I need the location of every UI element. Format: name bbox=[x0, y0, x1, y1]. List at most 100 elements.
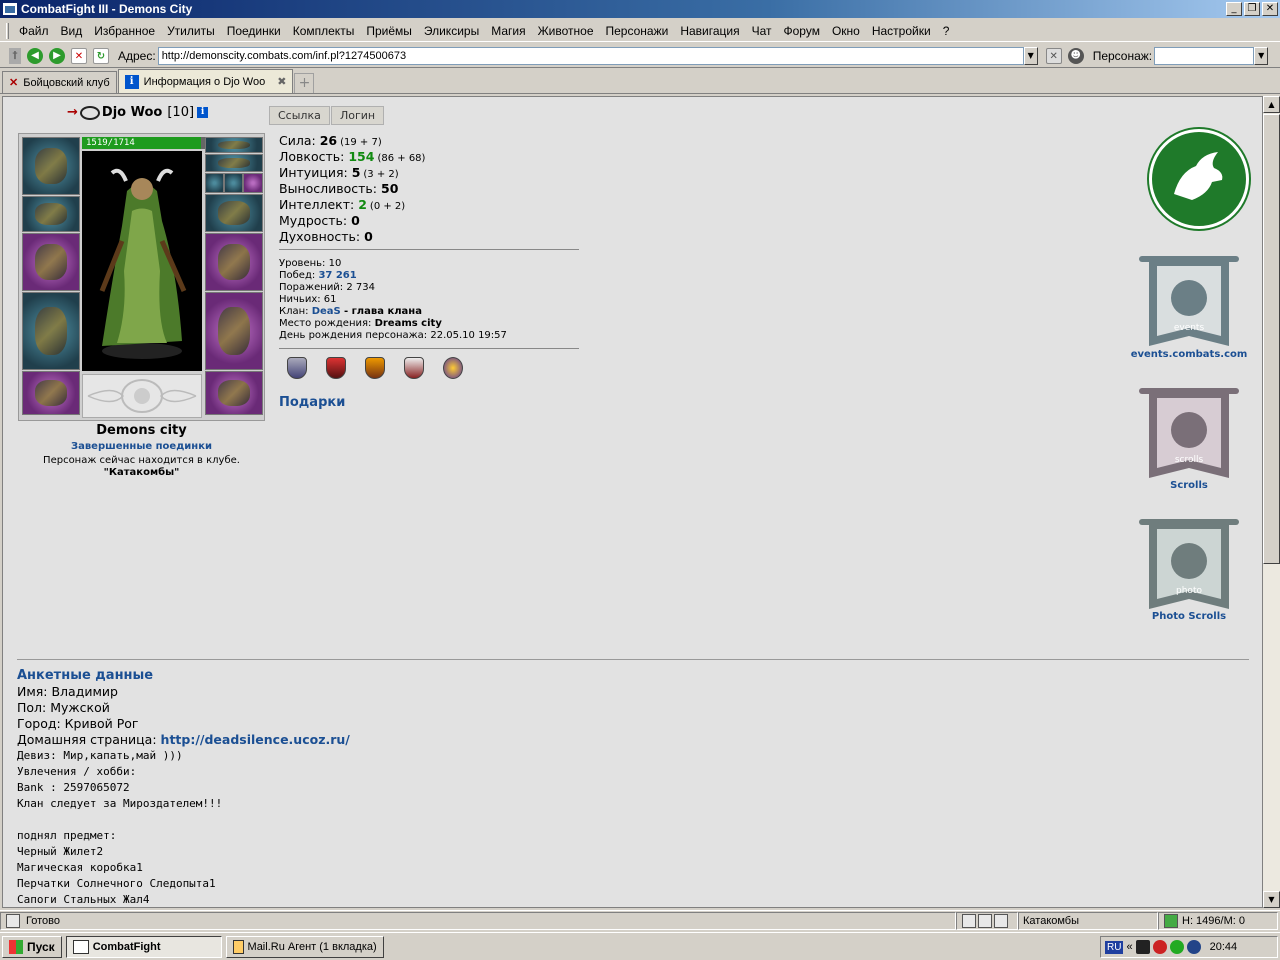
gloves-slot[interactable] bbox=[205, 194, 263, 232]
clan-link[interactable]: DeaS bbox=[312, 306, 341, 317]
menu-item[interactable]: Комплекты bbox=[287, 24, 361, 38]
badge-icon[interactable] bbox=[326, 357, 346, 379]
menu-item[interactable]: Форум bbox=[778, 24, 826, 38]
goat-logo-icon[interactable] bbox=[1149, 129, 1249, 229]
task-combatfight[interactable]: CombatFight bbox=[65, 935, 222, 958]
gifts-link[interactable]: Подарки bbox=[279, 395, 345, 410]
task-mail-agent[interactable]: Mail.Ru Агент (1 вкладка) bbox=[225, 935, 384, 958]
photo-scrolls-link[interactable]: Photo Scrolls bbox=[1119, 611, 1259, 622]
bracers-slot[interactable] bbox=[22, 196, 80, 232]
clear-icon[interactable]: ✕ bbox=[1045, 47, 1062, 64]
link-button[interactable]: Ссылка bbox=[269, 106, 330, 125]
badge-icon[interactable] bbox=[443, 357, 463, 379]
ring1-slot[interactable] bbox=[205, 173, 224, 193]
address-input[interactable] bbox=[157, 46, 1024, 65]
stat-row: Выносливость: 50 bbox=[279, 181, 425, 197]
users-icon[interactable]: ☻ bbox=[1067, 47, 1084, 64]
info-clan-label: Клан: bbox=[279, 306, 309, 317]
menu-item[interactable]: Навигация bbox=[674, 24, 745, 38]
earrings-slot[interactable] bbox=[205, 154, 263, 172]
legs-slot[interactable] bbox=[205, 292, 263, 370]
status-counter-cell: H: 1496/M: 0 bbox=[1158, 911, 1278, 930]
badges-row bbox=[287, 357, 463, 379]
shield-icon[interactable] bbox=[1152, 940, 1167, 954]
belt-slot[interactable] bbox=[22, 371, 80, 415]
events-link[interactable]: events.combats.com bbox=[1119, 349, 1259, 360]
menu-item[interactable]: Магия bbox=[485, 24, 531, 38]
scrolls-link[interactable]: Scrolls bbox=[1119, 480, 1259, 491]
character-avatar[interactable] bbox=[82, 151, 202, 371]
badge-icon[interactable] bbox=[404, 357, 424, 379]
right-weapon-slot[interactable] bbox=[205, 233, 263, 291]
menu-item[interactable]: Приёмы bbox=[360, 24, 418, 38]
profile-line: Bank : 2597065072 bbox=[17, 781, 130, 794]
events-banner-icon[interactable]: events bbox=[1139, 254, 1239, 350]
network-icon[interactable] bbox=[1135, 940, 1150, 954]
menu-item[interactable]: Персонажи bbox=[600, 24, 675, 38]
clock-icon[interactable] bbox=[962, 913, 976, 928]
address-dropdown-button[interactable]: ▼ bbox=[1023, 46, 1038, 65]
ring3-slot[interactable] bbox=[243, 173, 263, 193]
menu-item[interactable]: Избранное bbox=[88, 24, 161, 38]
forward-icon[interactable]: ▶ bbox=[49, 47, 65, 64]
back-icon[interactable]: ◀ bbox=[27, 47, 43, 64]
menu-item[interactable]: ? bbox=[937, 24, 956, 38]
new-tab-button[interactable]: + bbox=[294, 73, 315, 93]
close-button[interactable]: ✕ bbox=[1262, 2, 1278, 16]
window-controls: _ ❐ ✕ bbox=[1226, 2, 1278, 16]
tab-close-icon[interactable]: ✖ bbox=[277, 75, 286, 88]
info-icon[interactable]: i bbox=[197, 107, 209, 118]
menu-item[interactable]: Утилиты bbox=[161, 24, 221, 38]
picture-icon[interactable] bbox=[994, 913, 1008, 928]
ring2-slot[interactable] bbox=[224, 173, 243, 193]
scrolls-banner-icon[interactable]: scrolls bbox=[1139, 386, 1239, 482]
menu-item[interactable]: Окно bbox=[826, 24, 866, 38]
restore-button[interactable]: ❐ bbox=[1244, 2, 1260, 16]
scroll-thumb[interactable] bbox=[1263, 114, 1280, 564]
finished-fights-link[interactable]: Завершенные поединки bbox=[18, 441, 265, 452]
tab-character-info[interactable]: i Информация о Djo Woo ✖ bbox=[117, 69, 294, 93]
info-draws: Ничьих: 61 bbox=[279, 294, 337, 305]
globe-icon[interactable] bbox=[1186, 940, 1201, 954]
amulet-slot[interactable] bbox=[205, 137, 263, 153]
minimize-button[interactable]: _ bbox=[1226, 2, 1242, 16]
helmet-slot[interactable] bbox=[22, 137, 80, 195]
menu-item[interactable]: Вид bbox=[55, 24, 89, 38]
menu-item[interactable]: Чат bbox=[746, 24, 778, 38]
vertical-scrollbar[interactable]: ▲ ▼ bbox=[1263, 96, 1280, 908]
refresh-status-icon[interactable] bbox=[1164, 913, 1178, 928]
login-button[interactable]: Логин bbox=[331, 106, 385, 125]
agent-icon[interactable] bbox=[1169, 940, 1184, 954]
scroll-down-icon[interactable]: ▼ bbox=[1263, 891, 1280, 908]
toolbar-grip[interactable] bbox=[6, 22, 9, 39]
pin-icon[interactable]: † bbox=[9, 47, 21, 64]
armor-slot[interactable] bbox=[22, 292, 80, 370]
stat-label: Сила: bbox=[279, 133, 316, 148]
hp-bar: 1519/1714 bbox=[82, 137, 201, 149]
badge-icon[interactable] bbox=[365, 357, 385, 379]
homepage-link[interactable]: http://deadsilence.ucoz.ru/ bbox=[161, 732, 350, 747]
start-label: Пуск bbox=[27, 939, 55, 954]
boots-slot[interactable] bbox=[205, 371, 263, 415]
windows-logo-icon bbox=[9, 939, 23, 954]
menu-item[interactable]: Настройки bbox=[866, 24, 937, 38]
menu-item[interactable]: Животное bbox=[532, 24, 600, 38]
menu-item[interactable]: Поединки bbox=[221, 24, 287, 38]
tray-expand-icon[interactable]: « bbox=[1126, 941, 1132, 953]
menu-item[interactable]: Файл bbox=[13, 24, 55, 38]
profile-line: Увлечения / хобби: bbox=[17, 765, 137, 778]
start-button[interactable]: Пуск bbox=[2, 935, 62, 958]
persona-dropdown-button[interactable]: ▼ bbox=[1254, 46, 1269, 65]
tab-fight-club[interactable]: ✕ Бойцовский клуб bbox=[2, 71, 117, 93]
scroll-up-icon[interactable]: ▲ bbox=[1263, 96, 1280, 113]
persona-select[interactable] bbox=[1154, 46, 1255, 65]
stop-icon[interactable]: ✕ bbox=[71, 47, 87, 64]
page-icon bbox=[6, 913, 20, 928]
left-weapon-slot[interactable] bbox=[22, 233, 80, 291]
menu-item[interactable]: Эликсиры bbox=[418, 24, 485, 38]
badge-icon[interactable] bbox=[287, 357, 307, 379]
photo-scrolls-banner-icon[interactable]: photo bbox=[1139, 517, 1239, 613]
refresh-icon[interactable]: ↻ bbox=[93, 47, 109, 64]
doc-icon[interactable] bbox=[978, 913, 992, 928]
language-indicator[interactable]: RU bbox=[1105, 940, 1124, 954]
